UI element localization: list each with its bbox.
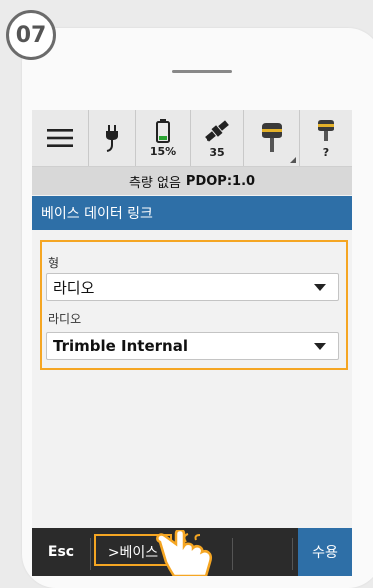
satellite-count: 35 xyxy=(209,145,225,159)
radio-select-value: Trimble Internal xyxy=(53,337,188,355)
menu-button[interactable] xyxy=(32,110,89,166)
radio-select[interactable]: Trimble Internal xyxy=(46,332,339,360)
pointing-hand-icon xyxy=(156,530,213,576)
softkey-divider xyxy=(90,538,91,570)
softkey-divider xyxy=(232,538,233,570)
phone-speaker xyxy=(172,70,232,73)
pdop-status-bar: 측량 없음 PDOP:1.0 xyxy=(32,167,352,195)
accept-button[interactable]: 수용 xyxy=(298,528,352,576)
step-number-badge: 07 xyxy=(6,10,56,60)
gnss-receiver-icon xyxy=(261,123,282,152)
softkey-divider xyxy=(292,538,293,570)
battery-percent: 15% xyxy=(149,144,177,158)
dropdown-arrow-icon xyxy=(314,284,326,291)
page-title: 베이스 데이터 링크 xyxy=(32,196,352,230)
gnss-receiver-icon xyxy=(318,119,334,141)
type-select-value: 라디오 xyxy=(53,278,95,297)
power-plug-icon xyxy=(106,125,118,152)
receiver-unknown-value: ? xyxy=(322,145,330,159)
satellite-status[interactable]: 35 xyxy=(191,110,244,166)
esc-button[interactable]: Esc xyxy=(32,528,90,576)
pdop-value: PDOP:1.0 xyxy=(185,173,256,189)
hamburger-menu-icon xyxy=(47,129,73,147)
satellite-icon xyxy=(205,119,229,142)
battery-icon xyxy=(156,118,170,143)
corner-indicator-icon xyxy=(290,157,296,163)
power-status[interactable] xyxy=(89,110,136,166)
receiver-status-2[interactable]: ? xyxy=(300,110,352,166)
receiver-status[interactable] xyxy=(244,110,300,166)
dropdown-arrow-icon xyxy=(314,343,326,350)
battery-status[interactable]: 15% xyxy=(136,110,191,166)
controller-screen: 15% 35 ? 측량 없음 PDOP:1.0 베이스 데이터 링크 형 라디오… xyxy=(32,110,352,576)
radio-label: 라디오 xyxy=(48,312,82,326)
status-bar: 15% 35 ? xyxy=(32,110,352,167)
survey-status-text: 측량 없음 xyxy=(128,175,181,191)
type-label: 형 xyxy=(48,256,60,270)
type-select[interactable]: 라디오 xyxy=(46,273,339,301)
